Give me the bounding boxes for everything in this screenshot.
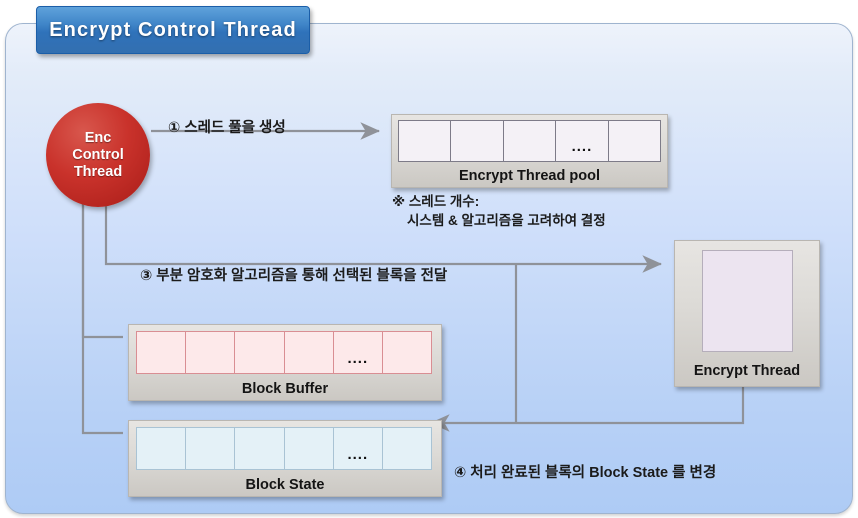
block-state-box[interactable]: .... Block State	[128, 420, 442, 497]
diagram-title-chip: Encrypt Control Thread	[36, 6, 310, 54]
step1-annotation: ① 스레드 풀을 생성	[168, 120, 286, 136]
thread-pool-cell	[451, 121, 504, 161]
block-buffer-cells: ....	[136, 331, 432, 374]
thread-pool-cells: ....	[398, 120, 661, 162]
thread-pool-label: Encrypt Thread pool	[459, 168, 600, 184]
ellipsis-dots: ....	[571, 138, 593, 155]
block-state-cell	[137, 428, 187, 469]
diagram-title: Encrypt Control Thread	[49, 18, 297, 41]
arrow-step4	[429, 386, 745, 432]
thread-pool-cell	[609, 121, 660, 161]
block-buffer-cell	[383, 332, 431, 373]
block-buffer-box[interactable]: .... Block Buffer	[128, 324, 442, 401]
step2-annotation: ② Block State 를 체크하여 암호화 가능한 블록을 가져옴	[84, 510, 430, 513]
step3-annotation: ③ 부분 암호화 알고리즘을 통해 선택된 블록을 전달	[140, 268, 448, 284]
block-buffer-cell	[137, 332, 187, 373]
block-state-cell	[285, 428, 334, 469]
thread-count-note: ※ 스레드 개수: 시스템 & 알고리즘을 고려하여 결정	[392, 192, 606, 230]
encrypt-thread-box[interactable]: Encrypt Thread	[674, 240, 820, 387]
block-state-label: Block State	[245, 477, 325, 493]
step4-annotation: ④ 처리 완료된 블록의 Block State 를 변경	[454, 465, 717, 481]
block-buffer-cell: ....	[334, 332, 383, 373]
thread-count-note-line2: 시스템 & 알고리즘을 고려하여 결정	[392, 213, 606, 228]
ellipsis-dots: ....	[347, 350, 369, 367]
diagram-panel: Enc Control Thread .... Encrypt Thread p…	[5, 23, 853, 514]
ellipsis-dots: ....	[347, 446, 369, 463]
encrypt-thread-label: Encrypt Thread	[693, 363, 801, 379]
enc-control-thread-node[interactable]: Enc Control Thread	[46, 103, 150, 207]
block-buffer-cell	[235, 332, 285, 373]
controller-line-3: Thread	[73, 163, 123, 180]
block-buffer-cell	[186, 332, 236, 373]
encrypt-thread-pool-box[interactable]: .... Encrypt Thread pool	[391, 114, 668, 188]
thread-pool-cell: ....	[556, 121, 609, 161]
block-state-cell	[186, 428, 236, 469]
thread-pool-cell	[399, 121, 452, 161]
block-state-cell	[235, 428, 285, 469]
thread-pool-cell	[504, 121, 557, 161]
block-buffer-label: Block Buffer	[241, 381, 329, 397]
diagram-root: Enc Control Thread .... Encrypt Thread p…	[0, 0, 858, 518]
thread-count-note-line1: ※ 스레드 개수:	[392, 194, 480, 209]
encrypt-thread-inner-panel	[702, 250, 793, 352]
block-buffer-cell	[285, 332, 334, 373]
block-state-cells: ....	[136, 427, 432, 470]
controller-line-1: Enc	[84, 129, 112, 146]
controller-line-2: Control	[72, 146, 124, 163]
block-state-cell: ....	[334, 428, 383, 469]
block-state-cell	[383, 428, 431, 469]
